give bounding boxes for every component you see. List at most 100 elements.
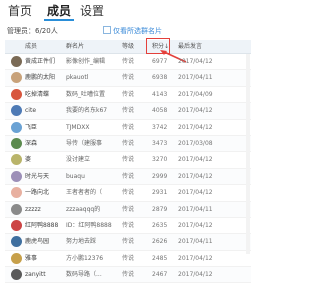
column-header-name[interactable]: 成员 bbox=[25, 40, 37, 53]
member-row[interactable]: cite 我要的名东k67 传说 4058 2017/04/12 bbox=[5, 103, 251, 120]
member-row[interactable]: 红阿鸭8888 ID：红阿鸭8888 传说 2635 2017/04/12 bbox=[5, 218, 251, 235]
member-level: 传说 bbox=[122, 189, 135, 197]
member-list-scrollbar[interactable] bbox=[246, 54, 250, 254]
member-row[interactable]: 吃掉清蝶 数码_吐嘈位置 传说 4143 2017/04/09 bbox=[5, 87, 251, 104]
member-row[interactable]: 飞臣 TJMDXX 传说 3742 2017/04/12 bbox=[5, 120, 251, 136]
member-points: 2467 bbox=[152, 271, 168, 279]
avatar[interactable] bbox=[11, 236, 22, 248]
member-level: 传说 bbox=[122, 139, 135, 147]
member-level: 传说 bbox=[122, 107, 135, 115]
member-row[interactable]: 深森 导传（建服事 传说 3473 2017/03/08 bbox=[5, 135, 251, 153]
member-row[interactable]: zanyitt 数码导路（... 传说 2467 2017/04/12 bbox=[5, 267, 251, 283]
member-card: 王者者者的（ bbox=[66, 189, 103, 197]
avatar[interactable] bbox=[11, 203, 22, 215]
member-last-speak: 2017/04/12 bbox=[178, 221, 213, 229]
member-last-speak: 2017/04/11 bbox=[178, 238, 213, 246]
member-name: 深森 bbox=[25, 139, 38, 147]
avatar[interactable] bbox=[11, 121, 22, 133]
member-last-speak: 2017/04/12 bbox=[178, 123, 213, 131]
member-points: 2635 bbox=[152, 221, 168, 229]
member-name: 时光与天 bbox=[25, 172, 50, 180]
member-level: 传说 bbox=[122, 156, 135, 164]
member-name: 红阿鸭8888 bbox=[25, 221, 59, 229]
member-name: 鹿鹏的太阳 bbox=[25, 74, 56, 82]
member-card: 我要的名东k67 bbox=[66, 107, 108, 115]
member-last-speak: 2017/04/11 bbox=[178, 74, 213, 82]
avatar[interactable] bbox=[11, 56, 22, 67]
member-points: 3473 bbox=[152, 139, 168, 147]
member-level: 传说 bbox=[122, 90, 135, 98]
member-level: 传说 bbox=[122, 58, 135, 65]
member-row[interactable]: 婆 没讨建立 传说 3270 2017/04/12 bbox=[5, 152, 251, 169]
tab-bar: 首页 成员 设置 bbox=[0, 0, 256, 22]
avatar[interactable] bbox=[11, 170, 22, 182]
avatar[interactable] bbox=[11, 154, 22, 166]
member-points: 2626 bbox=[152, 238, 168, 246]
member-last-speak: 2017/03/08 bbox=[178, 139, 213, 147]
column-header-level[interactable]: 等级 bbox=[122, 40, 134, 53]
avatar[interactable] bbox=[11, 219, 22, 231]
filter-checkbox[interactable] bbox=[103, 26, 111, 34]
member-card: 方小鹏12376 bbox=[66, 254, 104, 262]
tab-members[interactable]: 成员 bbox=[47, 2, 71, 20]
member-points: 6938 bbox=[152, 74, 168, 82]
member-name: 吃掉清蝶 bbox=[25, 90, 50, 98]
member-last-speak: 2017/04/12 bbox=[178, 189, 213, 197]
member-points: 2999 bbox=[152, 172, 168, 180]
member-last-speak: 2017/04/12 bbox=[178, 271, 213, 279]
avatar[interactable] bbox=[11, 105, 22, 117]
member-row[interactable]: 时光与天 buaqu 传说 2999 2017/04/12 bbox=[5, 168, 251, 186]
card-filter-toggle[interactable]: 仅看所选群名片 bbox=[103, 26, 162, 36]
column-header-last-speak[interactable]: 最后发言 bbox=[178, 40, 202, 53]
member-points: 2485 bbox=[152, 254, 168, 262]
member-card: TJMDXX bbox=[66, 123, 90, 131]
member-card: zzzaaqqq的 bbox=[66, 205, 101, 213]
member-level: 传说 bbox=[122, 238, 135, 246]
member-points: 3270 bbox=[152, 156, 168, 164]
member-points: 4058 bbox=[152, 107, 168, 115]
column-header-card[interactable]: 群名片 bbox=[66, 40, 84, 53]
member-name: 飞臣 bbox=[25, 123, 38, 131]
member-row[interactable]: 一路向北 王者者者的（ 传说 2931 2017/04/12 bbox=[5, 185, 251, 202]
member-row[interactable]: zzzzz zzzaaqqq的 传说 2879 2017/04/11 bbox=[5, 201, 251, 218]
member-name: 黄成正件们 bbox=[25, 58, 56, 65]
member-name: 婆 bbox=[25, 156, 32, 164]
member-card: 影像创作_编辑 bbox=[66, 58, 106, 65]
member-points: 2931 bbox=[152, 189, 168, 197]
member-points: 3742 bbox=[152, 123, 168, 131]
member-last-speak: 2017/04/12 bbox=[178, 254, 213, 262]
member-row[interactable]: 鹿鹏的太阳 pkauotl 传说 6938 2017/04/11 bbox=[5, 70, 251, 87]
member-level: 传说 bbox=[122, 172, 135, 180]
tab-settings[interactable]: 设置 bbox=[80, 2, 104, 20]
member-points: 4143 bbox=[152, 90, 168, 98]
member-last-speak: 2017/04/12 bbox=[178, 58, 213, 65]
member-card: 努力地去踩 bbox=[66, 238, 97, 246]
member-row[interactable]: 鹿虎鸟园 努力地去踩 传说 2626 2017/04/11 bbox=[5, 234, 251, 251]
member-table-header: 成员 群名片 等级 积分↓ 最后发言 bbox=[5, 40, 251, 54]
member-level: 传说 bbox=[122, 74, 135, 82]
member-level: 传说 bbox=[122, 205, 135, 213]
member-points: 6977 bbox=[152, 58, 168, 65]
avatar[interactable] bbox=[11, 72, 22, 84]
member-level: 传说 bbox=[122, 221, 135, 229]
group-window: 首页 成员 设置 管理员：6/20人 仅看所选群名片 成员 群名片 等级 积分↓… bbox=[0, 0, 256, 283]
member-name: cite bbox=[25, 107, 37, 115]
member-name: zzzzz bbox=[25, 205, 41, 213]
member-row[interactable]: 雅事 方小鹏12376 传说 2485 2017/04/12 bbox=[5, 251, 251, 268]
avatar[interactable] bbox=[11, 187, 22, 199]
avatar[interactable] bbox=[11, 88, 22, 100]
member-card: ID：红阿鸭8888 bbox=[66, 221, 112, 229]
member-name: 一路向北 bbox=[25, 189, 50, 197]
active-tab-indicator bbox=[44, 19, 74, 21]
member-last-speak: 2017/04/11 bbox=[178, 205, 213, 213]
avatar[interactable] bbox=[11, 252, 22, 264]
member-row[interactable]: 黄成正件们 影像创作_编辑 传说 6977 2017/04/12 bbox=[5, 54, 251, 71]
avatar[interactable] bbox=[11, 269, 22, 281]
tab-home[interactable]: 首页 bbox=[8, 2, 32, 20]
member-card: 没讨建立 bbox=[66, 156, 91, 164]
member-card: buaqu bbox=[66, 172, 85, 180]
member-level: 传说 bbox=[122, 123, 135, 131]
avatar[interactable] bbox=[11, 137, 22, 149]
member-card: pkauotl bbox=[66, 74, 89, 82]
sort-highlight-box bbox=[146, 38, 170, 54]
